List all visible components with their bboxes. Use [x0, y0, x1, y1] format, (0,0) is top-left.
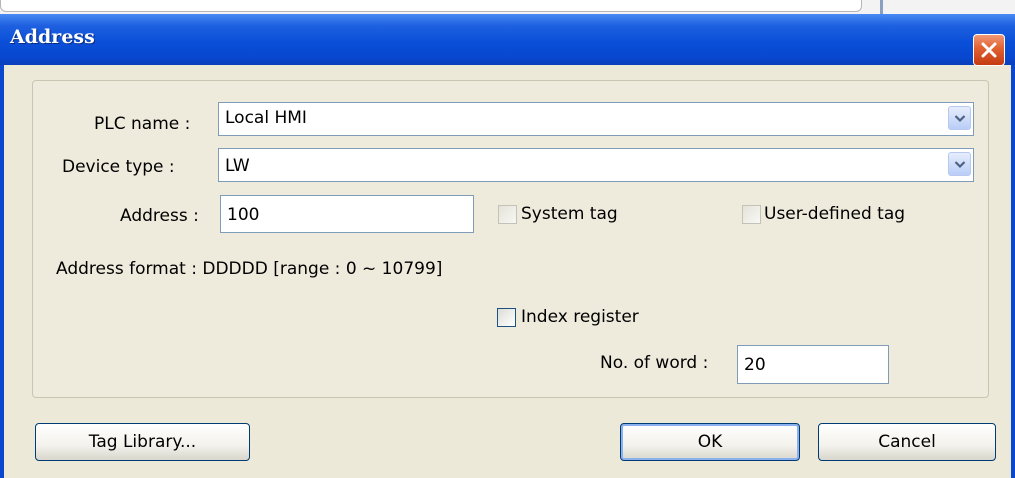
chevron-down-icon — [954, 161, 966, 169]
window-frame-left — [0, 65, 4, 478]
parent-scrollbar — [880, 0, 883, 14]
user-defined-tag-label: User-defined tag — [764, 204, 906, 224]
address-label: Address : — [120, 206, 199, 226]
index-register-checkbox[interactable] — [497, 308, 516, 327]
tag-library-button[interactable]: Tag Library... — [35, 423, 250, 461]
system-tag-label: System tag — [521, 204, 618, 224]
device-type-dropdown-button[interactable] — [948, 152, 971, 176]
close-icon — [981, 42, 997, 58]
device-type-value: LW — [225, 156, 250, 176]
plc-name-select[interactable]: Local HMI — [218, 102, 974, 136]
ok-button[interactable]: OK — [620, 423, 800, 461]
index-register-label: Index register — [521, 307, 639, 327]
chevron-down-icon — [954, 115, 966, 123]
no-of-word-input[interactable]: 20 — [737, 345, 889, 384]
address-input[interactable]: 100 — [220, 195, 474, 233]
dialog-title: Address — [10, 26, 95, 48]
plc-name-dropdown-button[interactable] — [948, 106, 971, 130]
system-tag-checkbox[interactable] — [498, 205, 517, 224]
device-type-label: Device type : — [62, 157, 175, 177]
window-frame-right — [1011, 65, 1015, 478]
address-value: 100 — [227, 205, 260, 225]
no-of-word-label: No. of word : — [600, 353, 709, 373]
cancel-button[interactable]: Cancel — [818, 423, 996, 461]
parent-window-edge — [0, 0, 1015, 14]
title-bar[interactable]: Address — [0, 14, 1015, 66]
no-of-word-value: 20 — [744, 355, 766, 375]
user-defined-tag-checkbox[interactable] — [742, 205, 761, 224]
parent-window-border — [0, 0, 862, 12]
address-format-text: Address format : DDDDD [range : 0 ~ 1079… — [56, 259, 443, 279]
plc-name-value: Local HMI — [225, 108, 307, 128]
device-type-select[interactable]: LW — [218, 148, 974, 182]
close-button[interactable] — [973, 34, 1005, 66]
plc-name-label: PLC name : — [94, 114, 191, 134]
